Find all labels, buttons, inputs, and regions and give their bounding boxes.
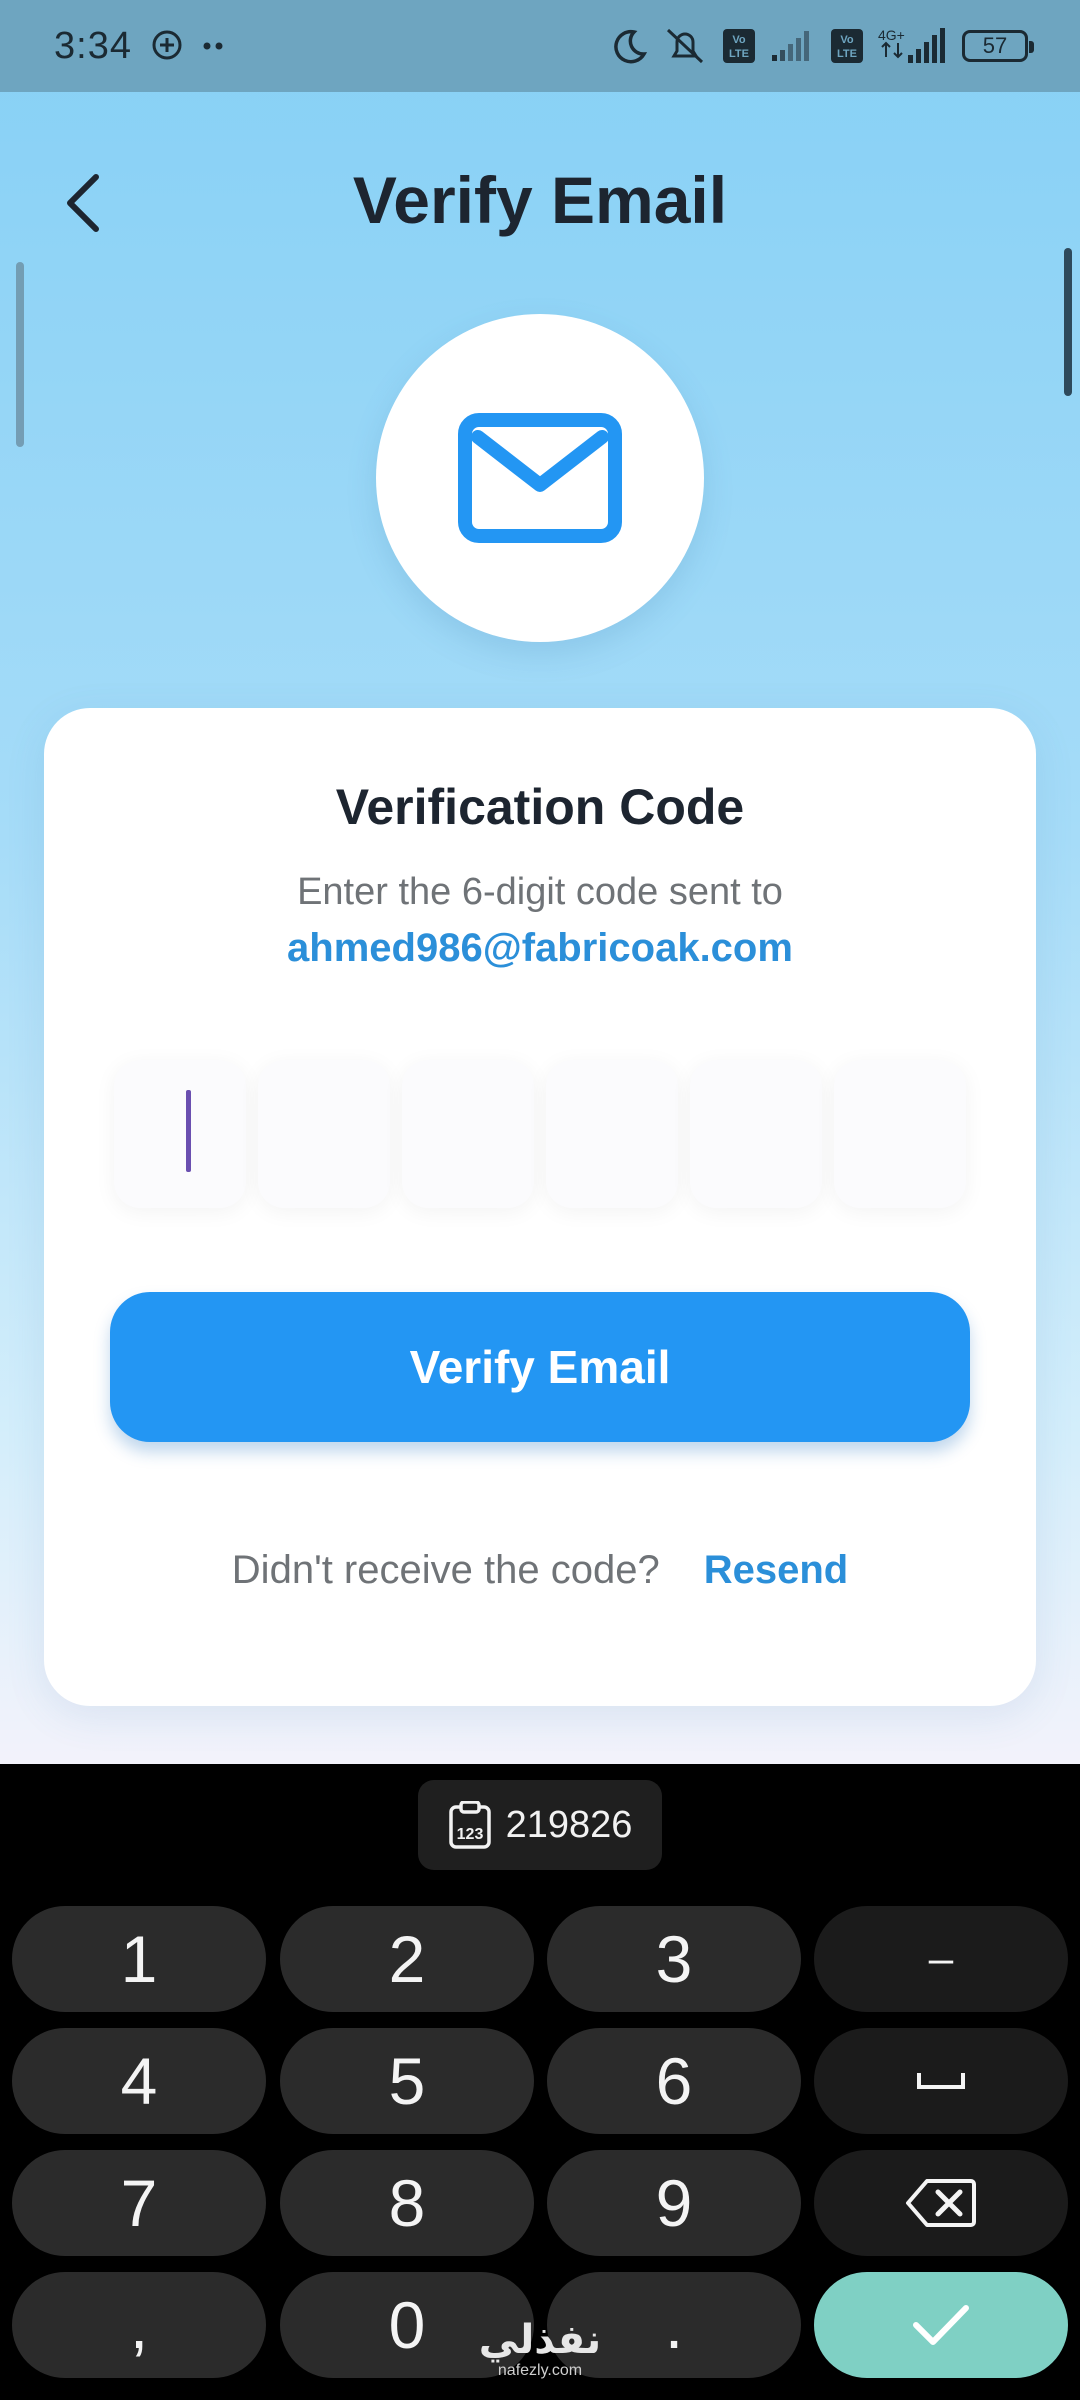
key-6[interactable]: 6	[547, 2028, 801, 2134]
scrollbar[interactable]	[1064, 248, 1072, 396]
checkmark-icon	[913, 2305, 969, 2345]
key-space[interactable]	[814, 2028, 1068, 2134]
otp-digit-6[interactable]	[834, 1060, 966, 1208]
key-done[interactable]	[814, 2272, 1068, 2378]
backspace-icon	[906, 2179, 976, 2227]
target-email: ahmed986@fabricoak.com	[287, 926, 793, 970]
otp-digit-3[interactable]	[402, 1060, 534, 1208]
verification-card: Verification Code Enter the 6-digit code…	[44, 708, 1036, 1706]
card-title: Verification Code	[335, 779, 745, 835]
vibrate-off-icon	[662, 26, 708, 66]
key-8[interactable]: 8	[280, 2150, 534, 2256]
watermark: نفذلي nafezly.com	[460, 2318, 620, 2380]
watermark-domain: nafezly.com	[497, 2362, 583, 2379]
volte-icon-1: Vo LTE	[722, 28, 756, 64]
status-time: 3:34	[54, 24, 132, 67]
resend-row: Didn't receive the code? Resend	[44, 1548, 1036, 1593]
email-illustration	[376, 314, 704, 642]
otp-input-group	[114, 1060, 966, 1208]
otp-digit-2[interactable]	[258, 1060, 390, 1208]
svg-text:Vo: Vo	[840, 34, 854, 46]
signal-strength-icon-1	[770, 29, 816, 63]
instruction-text: Enter the 6-digit code sent to	[297, 871, 783, 913]
more-notifications-icon	[202, 41, 226, 51]
svg-text:123: 123	[456, 1826, 483, 1843]
key-2[interactable]: 2	[280, 1906, 534, 2012]
mail-icon	[458, 413, 622, 543]
clipboard-text: 219826	[505, 1803, 633, 1846]
clipboard-icon: 123	[448, 1801, 491, 1849]
key-5[interactable]: 5	[280, 2028, 534, 2134]
resend-link[interactable]: Resend	[704, 1548, 849, 1593]
key-9[interactable]: 9	[547, 2150, 801, 2256]
svg-text:Vo: Vo	[732, 34, 746, 46]
key-backspace[interactable]	[814, 2150, 1068, 2256]
clipboard-suggestion[interactable]: 123 219826	[418, 1780, 662, 1870]
text-caret	[186, 1090, 191, 1172]
volte-icon-2: Vo LTE	[830, 28, 864, 64]
space-icon	[917, 2073, 965, 2089]
status-bar: 3:34 Vo LTE Vo LTE 4G+ 57	[0, 0, 1080, 92]
key-minus[interactable]: –	[814, 1906, 1068, 2012]
do-not-disturb-icon	[608, 26, 648, 66]
signal-strength-icon-2: 4G+	[878, 27, 948, 65]
page-title: Verify Email	[352, 163, 728, 237]
key-4[interactable]: 4	[12, 2028, 266, 2134]
svg-text:LTE: LTE	[837, 48, 857, 60]
key-comma[interactable]: ,	[12, 2272, 266, 2378]
otp-digit-4[interactable]	[546, 1060, 678, 1208]
otp-digit-1[interactable]	[114, 1060, 246, 1208]
verify-email-button[interactable]: Verify Email	[110, 1292, 970, 1442]
watermark-arabic: نفذلي	[478, 2318, 602, 2362]
numeric-keyboard: 123 219826 1 2 3 – 4 5 6 7 8 9 , 0 .	[0, 1764, 1080, 2400]
key-3[interactable]: 3	[547, 1906, 801, 2012]
key-1[interactable]: 1	[12, 1906, 266, 2012]
svg-text:4G+: 4G+	[878, 27, 905, 43]
chat-notification-icon	[150, 29, 184, 63]
battery-indicator: 57	[962, 30, 1034, 62]
resend-prompt: Didn't receive the code?	[231, 1548, 660, 1592]
left-scroll-indicator	[16, 262, 24, 447]
svg-text:LTE: LTE	[729, 48, 749, 60]
key-7[interactable]: 7	[12, 2150, 266, 2256]
otp-digit-5[interactable]	[690, 1060, 822, 1208]
